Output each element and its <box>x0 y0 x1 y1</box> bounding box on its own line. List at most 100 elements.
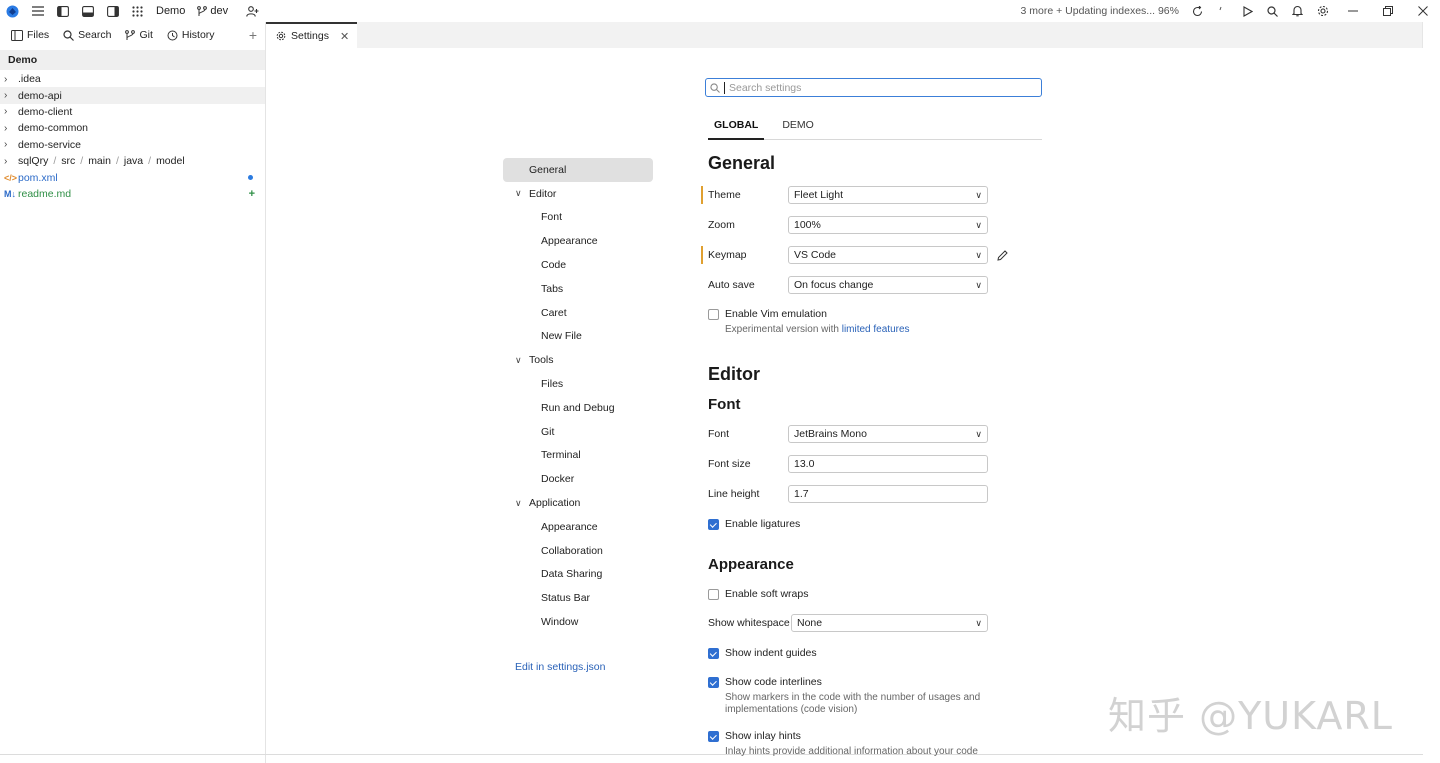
nav-app-collaboration[interactable]: Collaboration <box>503 539 653 563</box>
nav-general[interactable]: General <box>503 158 653 182</box>
branch-switcher[interactable]: dev <box>197 5 228 17</box>
minimize-window-icon[interactable] <box>1335 1 1370 21</box>
chevron-right-icon[interactable]: › <box>4 74 18 85</box>
add-tab-plus-icon[interactable]: + <box>249 27 257 43</box>
show-whitespace-select[interactable]: None ∨ <box>791 614 988 632</box>
nav-section-editor[interactable]: ∨ Editor <box>503 182 653 206</box>
add-collaborator-icon[interactable] <box>240 1 265 21</box>
limited-features-link[interactable]: limited features <box>842 324 910 335</box>
theme-select[interactable]: Fleet Light ∨ <box>788 186 988 204</box>
code-interlines-checkbox[interactable] <box>708 677 719 688</box>
section-heading-general: General <box>708 153 776 173</box>
apps-grid-icon[interactable] <box>125 1 150 21</box>
close-tab-icon[interactable]: ✕ <box>340 30 349 43</box>
chevron-right-icon[interactable]: › <box>4 123 18 134</box>
toggle-right-panel-icon[interactable] <box>100 1 125 21</box>
nav-section-tools[interactable]: ∨ Tools <box>503 348 653 372</box>
tree-item-pom-xml[interactable]: </> pom.xml <box>0 169 265 185</box>
path-separator: / <box>80 155 84 168</box>
tree-item-demo-api[interactable]: › demo-api <box>0 87 265 104</box>
inlay-hints-checkbox[interactable] <box>708 731 719 742</box>
nav-editor-code[interactable]: Code <box>503 253 653 277</box>
tree-item-demo-client[interactable]: › demo-client <box>0 104 265 120</box>
fleet-logo-icon[interactable] <box>0 1 25 21</box>
checkbox-label: Enable ligatures <box>725 518 801 530</box>
nav-editor-caret[interactable]: Caret <box>503 301 653 325</box>
tree-item-demo-common[interactable]: › demo-common <box>0 120 265 136</box>
project-name: Demo <box>156 5 186 17</box>
settings-search-box[interactable] <box>705 78 1042 97</box>
toggle-left-panel-icon[interactable] <box>50 1 75 21</box>
toggle-bottom-panel-icon[interactable] <box>75 1 100 21</box>
chevron-right-icon[interactable]: › <box>4 139 18 150</box>
search-everywhere-icon[interactable] <box>1260 1 1285 21</box>
edit-settings-json-link[interactable]: Edit in settings.json <box>515 661 605 673</box>
chevron-down-icon[interactable]: ∨ <box>515 188 529 199</box>
added-plus-icon: + <box>248 187 255 200</box>
tab-demo[interactable]: DEMO <box>776 116 820 140</box>
chevron-right-icon[interactable]: › <box>4 156 18 167</box>
nav-tools-run-debug[interactable]: Run and Debug <box>503 396 653 420</box>
project-switcher[interactable]: Demo <box>156 5 185 17</box>
nav-editor-new-file[interactable]: New File <box>503 325 653 349</box>
line-height-input[interactable]: 1.7 <box>788 485 988 503</box>
ligatures-checkbox[interactable] <box>708 519 719 530</box>
nav-tools-git[interactable]: Git <box>503 420 653 444</box>
tab-settings[interactable]: Settings ✕ <box>266 22 358 48</box>
nav-tools-terminal[interactable]: Terminal <box>503 444 653 468</box>
nav-editor-font[interactable]: Font <box>503 206 653 230</box>
main-menu-icon[interactable] <box>25 1 50 21</box>
nav-app-window[interactable]: Window <box>503 610 653 634</box>
setting-label: Keymap <box>708 249 747 261</box>
nav-tools-files[interactable]: Files <box>503 372 653 396</box>
soft-wraps-checkbox[interactable] <box>708 589 719 600</box>
font-size-input[interactable]: 13.0 <box>788 455 988 473</box>
chevron-down-icon[interactable]: ∨ <box>515 498 529 509</box>
keymap-select[interactable]: VS Code ∨ <box>788 246 988 264</box>
chevron-down-icon: ∨ <box>975 428 982 439</box>
modified-marker <box>701 246 703 264</box>
edit-pencil-icon[interactable] <box>997 249 1008 261</box>
close-window-icon[interactable] <box>1405 1 1440 21</box>
left-panel: Files Search Git History + Demo › .idea … <box>0 22 266 763</box>
chevron-right-icon[interactable]: › <box>4 106 18 117</box>
notifications-bell-icon[interactable] <box>1285 1 1310 21</box>
tree-item-idea[interactable]: › .idea <box>0 71 265 87</box>
tree-item-compact-path[interactable]: › sqlQry / src / main / java / model <box>0 153 265 169</box>
indent-guides-checkbox[interactable] <box>708 648 719 659</box>
setting-label: Zoom <box>708 219 735 231</box>
vim-emulation-checkbox[interactable] <box>708 309 719 320</box>
tab-global[interactable]: GLOBAL <box>708 116 765 140</box>
checkbox-label: Enable soft wraps <box>725 588 809 600</box>
indexing-status[interactable]: 3 more + Updating indexes... 96% <box>1021 5 1179 17</box>
path-segment: src <box>61 155 76 168</box>
run-icon[interactable] <box>1235 1 1260 21</box>
tab-files[interactable]: Files <box>4 24 56 46</box>
nav-app-data-sharing[interactable]: Data Sharing <box>503 563 653 587</box>
nav-tools-docker[interactable]: Docker <box>503 467 653 491</box>
settings-page: GLOBAL DEMO General ∨ Editor Font Appear… <box>266 48 1423 757</box>
font-select[interactable]: JetBrains Mono ∨ <box>788 425 988 443</box>
zoom-select[interactable]: 100% ∨ <box>788 216 988 234</box>
tree-item-demo-service[interactable]: › demo-service <box>0 137 265 153</box>
settings-gear-icon[interactable] <box>1310 1 1335 21</box>
chevron-down-icon[interactable]: ∨ <box>515 355 529 366</box>
nav-app-appearance[interactable]: Appearance <box>503 515 653 539</box>
tab-history[interactable]: History <box>160 24 222 46</box>
nav-section-application[interactable]: ∨ Application <box>503 491 653 515</box>
auto-save-select[interactable]: On focus change ∨ <box>788 276 988 294</box>
xml-file-icon: </> <box>4 172 18 183</box>
nav-editor-tabs[interactable]: Tabs <box>503 277 653 301</box>
tab-search[interactable]: Search <box>56 24 118 46</box>
setting-code-interlines: Show code interlines Show markers in the… <box>708 676 985 716</box>
nav-editor-appearance[interactable]: Appearance <box>503 229 653 253</box>
tab-git[interactable]: Git <box>118 24 159 46</box>
refresh-icon[interactable] <box>1185 1 1210 21</box>
branch-icon <box>197 5 208 16</box>
tree-item-readme-md[interactable]: M↓ readme.md + <box>0 186 265 202</box>
settings-search-input[interactable] <box>729 81 1029 94</box>
nav-app-status-bar[interactable]: Status Bar <box>503 586 653 610</box>
project-root-header[interactable]: Demo <box>0 50 265 70</box>
restore-window-icon[interactable] <box>1370 1 1405 21</box>
chevron-right-icon[interactable]: › <box>4 90 18 101</box>
